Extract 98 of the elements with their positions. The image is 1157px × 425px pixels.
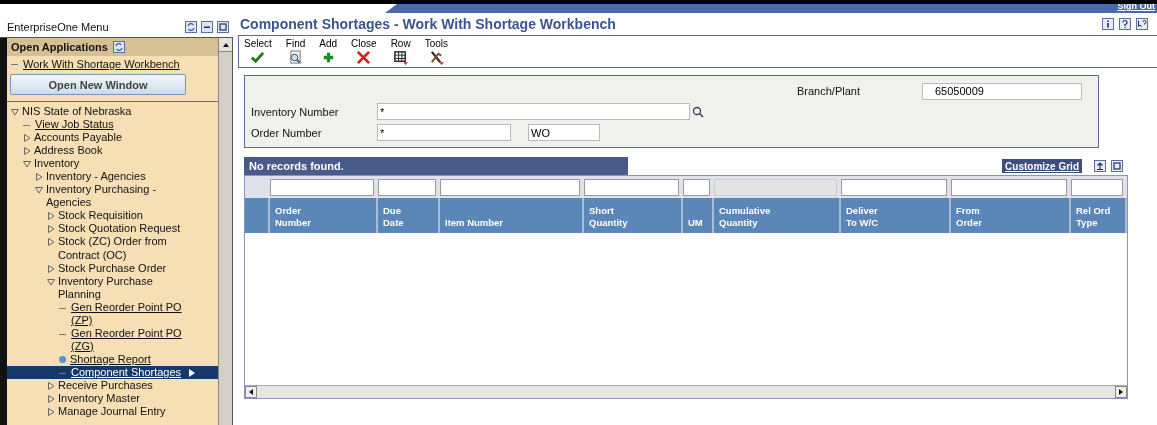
filter-field[interactable]: [841, 179, 947, 196]
tree-item[interactable]: Inventory: [7, 157, 218, 171]
report-link: Shortage Report: [70, 352, 151, 366]
tree-item[interactable]: Address Book: [7, 144, 218, 158]
filter-field[interactable]: [270, 179, 374, 196]
dash-icon: [59, 372, 66, 374]
input-field[interactable]: *: [377, 103, 690, 120]
grid-icon: [393, 50, 409, 65]
toolbar-button[interactable]: Find: [283, 36, 308, 65]
filter-field[interactable]: [683, 179, 710, 196]
expanded-triangle-icon[interactable]: [23, 160, 31, 169]
tree-item[interactable]: Component Shortages: [7, 365, 218, 379]
tree-item[interactable]: Stock Purchase Order: [7, 261, 218, 275]
tree-item[interactable]: Manage Journal Entry: [7, 405, 218, 419]
report-dot-icon: [59, 355, 66, 363]
minimize-icon[interactable]: [201, 21, 213, 33]
collapsed-triangle-icon[interactable]: [35, 173, 43, 182]
search-icon: [288, 50, 303, 65]
scrollbar[interactable]: [245, 385, 1127, 398]
folder-label: Inventory: [34, 157, 80, 171]
folder-label: NIS State of Nebraska: [22, 105, 132, 119]
filter-field[interactable]: [440, 179, 580, 196]
grid-message: No records found.: [244, 157, 628, 175]
export-icon[interactable]: [1094, 160, 1106, 172]
refresh-icon[interactable]: [185, 21, 197, 33]
maximize-icon[interactable]: [217, 21, 229, 33]
toolbar-button[interactable]: Add: [317, 36, 340, 65]
dash-icon: [11, 63, 18, 65]
field-label: Branch/Plant: [797, 85, 860, 97]
scrollbar[interactable]: [218, 38, 232, 425]
close-icon: [356, 50, 372, 65]
field-label: Order Number: [251, 126, 323, 139]
tree-item[interactable]: Gen Reorder Point PO (ZP): [7, 300, 218, 327]
folder-label: Stock Requisition: [58, 209, 143, 223]
tree-item[interactable]: Stock (ZC) Order from Contract (OC): [7, 235, 218, 262]
tree-item[interactable]: Inventory Purchasing - Agencies: [7, 183, 218, 210]
pointer-help-icon[interactable]: [1136, 18, 1148, 30]
field-label: Inventory Number: [251, 105, 340, 118]
help-icon[interactable]: [1119, 18, 1131, 30]
filter-field[interactable]: [378, 179, 436, 196]
menu-title: EnterpriseOne Menu: [7, 21, 110, 33]
filter-field[interactable]: [951, 179, 1067, 196]
tree-item[interactable]: Accounts Payable: [7, 131, 218, 145]
tree-item[interactable]: Inventory - Agencies: [7, 170, 218, 184]
task-link: Component Shortages: [71, 365, 182, 379]
folder-label: Inventory Master: [58, 392, 140, 406]
dash-icon: [59, 333, 66, 335]
refresh-icon[interactable]: [112, 41, 125, 53]
toolbar-button[interactable]: Row: [388, 36, 413, 65]
filter-field[interactable]: [1071, 179, 1123, 196]
folder-label: Inventory Purchase Planning: [58, 274, 154, 301]
collapsed-triangle-icon[interactable]: [47, 264, 55, 273]
folder-label: Manage Journal Entry: [58, 405, 166, 419]
expanded-triangle-icon[interactable]: [35, 186, 43, 195]
filter-field[interactable]: [584, 179, 679, 196]
dash-icon: [23, 125, 30, 127]
customize-grid-link[interactable]: Customize Grid: [1002, 159, 1082, 173]
tree-item[interactable]: Stock Requisition: [7, 209, 218, 223]
input-field[interactable]: WO: [528, 124, 600, 141]
folder-label: Stock Purchase Order: [58, 261, 167, 275]
window-title: Component Shortages - Work With Shortage Workbench: [240, 16, 617, 32]
toolbar-button[interactable]: Select: [242, 36, 274, 65]
expanded-triangle-icon[interactable]: [47, 277, 55, 286]
search-icon[interactable]: [692, 105, 704, 118]
checkmark-icon: [250, 50, 266, 65]
tree-item[interactable]: Receive Purchases: [7, 379, 218, 393]
toolbar-button[interactable]: Close: [349, 36, 379, 65]
expanded-triangle-icon[interactable]: [11, 108, 19, 116]
tree-item[interactable]: Shortage Report: [7, 352, 218, 366]
task-link: Gen Reorder Point PO (ZP): [71, 300, 183, 327]
tree-item[interactable]: View Job Status: [7, 118, 218, 132]
folder-label: Stock Quotation Request: [58, 222, 181, 236]
dash-icon: [59, 307, 66, 309]
input-field[interactable]: 65050009: [922, 82, 1082, 100]
toolbar-button[interactable]: Tools: [422, 36, 450, 65]
open-new-window-button[interactable]: Open New Window: [10, 74, 186, 95]
info-icon[interactable]: [1102, 18, 1114, 30]
folder-label: Accounts Payable: [34, 131, 123, 145]
open-applications-title: Open Applications: [11, 41, 108, 53]
tree-item[interactable]: Inventory Master: [7, 392, 218, 406]
tree-item[interactable]: NIS State of Nebraska: [7, 105, 218, 119]
task-link: Gen Reorder Point PO (ZG): [71, 326, 183, 353]
task-link: View Job Status: [35, 118, 114, 132]
scroll-right-icon[interactable]: [1117, 388, 1125, 396]
folder-label: Inventory Purchasing - Agencies: [46, 183, 158, 210]
scroll-left-icon[interactable]: [247, 388, 255, 396]
folder-label: Address Book: [34, 144, 103, 158]
folder-label: Receive Purchases: [58, 379, 153, 393]
folder-label: Inventory - Agencies: [46, 170, 146, 184]
input-field[interactable]: *: [377, 124, 511, 141]
tree-item[interactable]: Gen Reorder Point PO (ZG): [7, 326, 218, 353]
maximize-icon[interactable]: [1111, 160, 1123, 172]
play-arrow-icon[interactable]: [189, 368, 196, 377]
tree-item[interactable]: Inventory Purchase Planning: [7, 274, 218, 301]
tools-icon: [428, 50, 444, 65]
open-application-link[interactable]: Work With Shortage Workbench: [23, 58, 180, 70]
tree-item[interactable]: Stock Quotation Request: [7, 222, 218, 236]
folder-label: Stock (ZC) Order from Contract (OC): [58, 235, 168, 262]
